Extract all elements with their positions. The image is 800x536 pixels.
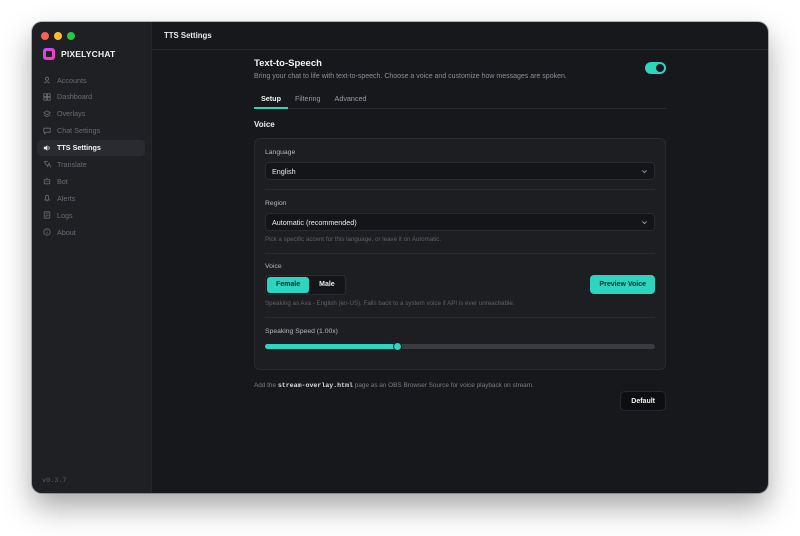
language-field: Language English	[265, 149, 655, 180]
main-content: Text-to-Speech Bring your chat to life w…	[254, 58, 666, 389]
speed-slider-thumb[interactable]	[393, 342, 403, 351]
language-label: Language	[265, 149, 296, 156]
sidebar-item-translate[interactable]: Translate	[37, 156, 145, 172]
sidebar-item-about[interactable]: About	[37, 224, 145, 240]
sidebar-item-label: Bot	[57, 176, 68, 186]
voice-hint: Speaking as Ava - English (en-US). Falls…	[265, 300, 515, 307]
dashboard-icon	[43, 93, 51, 101]
voice-gender-switch: Female Male	[265, 275, 346, 295]
close-window-button[interactable]	[41, 32, 49, 40]
divider	[265, 317, 655, 318]
voice-field: Voice Female Male Preview Voice Speaking…	[265, 263, 655, 307]
info-icon	[43, 228, 51, 236]
speaker-icon	[43, 144, 51, 152]
footer-note-prefix: Add the	[254, 382, 277, 389]
sidebar-item-tts-settings[interactable]: TTS Settings	[37, 139, 145, 156]
sidebar-item-label: Alerts	[57, 193, 76, 203]
preview-voice-button[interactable]: Preview Voice	[590, 275, 655, 294]
voice-female-button[interactable]: Female	[267, 277, 310, 293]
minimize-window-button[interactable]	[54, 32, 62, 40]
tts-enabled-toggle[interactable]	[645, 62, 666, 74]
sidebar-item-overlays[interactable]: Overlays	[37, 106, 145, 122]
chat-icon	[43, 127, 51, 135]
region-field: Region Automatic (recommended) Pick a sp…	[265, 200, 655, 243]
user-icon	[43, 76, 51, 84]
sidebar-item-label: Accounts	[57, 75, 87, 85]
tab-setup[interactable]: Setup	[254, 93, 288, 109]
bell-icon	[43, 194, 51, 202]
app-window: PIXELYCHAT Accounts Dashboard Overlays Chat…	[32, 22, 768, 493]
page-title: Text-to-Speech	[254, 58, 322, 69]
sidebar-item-accounts[interactable]: Accounts	[37, 72, 145, 88]
sidebar-item-label: Dashboard	[57, 92, 93, 102]
page-description: Bring your chat to life with text-to-spe…	[254, 73, 567, 80]
footer-note-code: stream-overlay.html	[277, 382, 353, 389]
footer-note: Add the stream-overlay.html page as an O…	[254, 382, 666, 389]
sidebar-item-logs[interactable]: Logs	[37, 207, 145, 223]
sidebar-item-bot[interactable]: Bot	[37, 173, 145, 189]
tab-bar: Setup Filtering Advanced	[254, 93, 666, 109]
footer-note-suffix: page as an OBS Browser Source for voice …	[354, 382, 534, 389]
tab-advanced[interactable]: Advanced	[328, 93, 374, 109]
sidebar-item-label: Chat Settings	[57, 126, 101, 136]
voice-card: Language English Region Automatic (recom…	[254, 138, 666, 370]
region-hint: Pick a specific accent for this language…	[265, 236, 442, 243]
region-label: Region	[265, 200, 287, 207]
speed-slider[interactable]	[265, 342, 655, 351]
voice-label: Voice	[265, 263, 282, 270]
chevron-down-icon	[641, 168, 648, 175]
window-controls	[41, 32, 75, 40]
sidebar-item-label: About	[57, 227, 76, 237]
maximize-window-button[interactable]	[67, 32, 75, 40]
divider	[265, 189, 655, 190]
speed-slider-fill	[265, 344, 398, 349]
brand: PIXELYCHAT	[43, 48, 115, 60]
region-value: Automatic (recommended)	[272, 217, 357, 227]
sidebar-item-label: Logs	[57, 210, 73, 220]
translate-icon	[43, 160, 51, 168]
sidebar-item-chat-settings[interactable]: Chat Settings	[37, 123, 145, 139]
version-label: v0.3.7	[42, 477, 67, 485]
chevron-down-icon	[641, 219, 648, 226]
brand-name: PIXELYCHAT	[61, 49, 116, 59]
app-logo-icon	[43, 48, 55, 60]
voice-male-button[interactable]: Male	[310, 277, 344, 293]
divider	[265, 253, 655, 254]
default-button[interactable]: Default	[620, 391, 666, 411]
section-title: Voice	[254, 120, 275, 129]
speed-field: Speaking Speed (1.00x)	[265, 328, 655, 351]
region-select[interactable]: Automatic (recommended)	[265, 213, 655, 231]
tab-filtering[interactable]: Filtering	[288, 93, 328, 109]
logs-icon	[43, 211, 51, 219]
bot-icon	[43, 177, 51, 185]
language-select[interactable]: English	[265, 162, 655, 180]
sidebar: PIXELYCHAT Accounts Dashboard Overlays Chat…	[32, 22, 152, 493]
speed-label: Speaking Speed (1.00x)	[265, 328, 338, 335]
layers-icon	[43, 110, 51, 118]
titlebar: TTS Settings	[152, 22, 768, 50]
sidebar-item-dashboard[interactable]: Dashboard	[37, 89, 145, 105]
sidebar-item-label: Translate	[57, 159, 87, 169]
sidebar-nav: Accounts Dashboard Overlays Chat Settings TT…	[37, 72, 145, 241]
language-value: English	[272, 166, 296, 176]
sidebar-item-label: TTS Settings	[57, 143, 101, 153]
sidebar-item-alerts[interactable]: Alerts	[37, 190, 145, 206]
window-title: TTS Settings	[164, 31, 212, 40]
sidebar-item-label: Overlays	[57, 109, 86, 119]
